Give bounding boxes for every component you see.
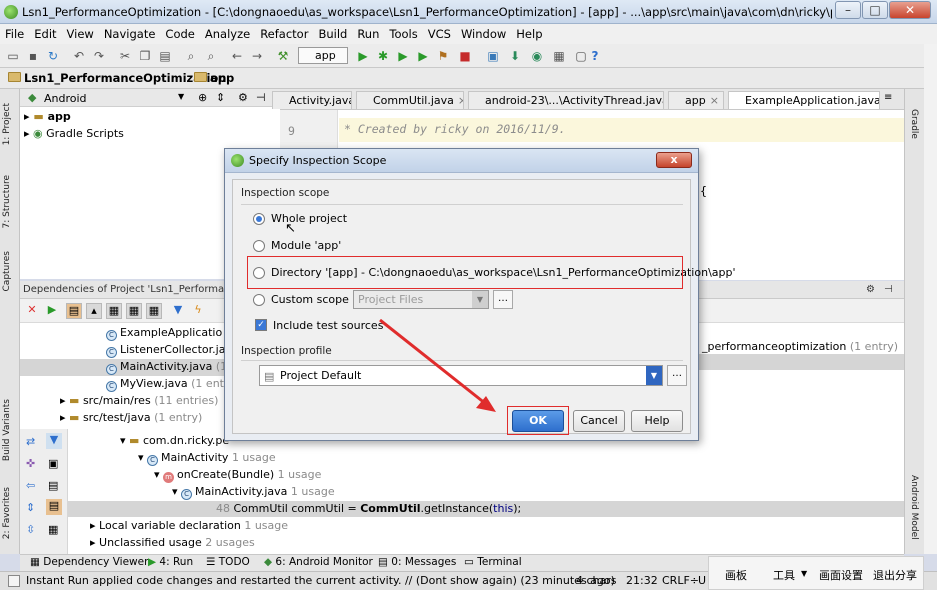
annotation-arrow-line [379,318,487,406]
annotation-arrow [379,318,496,412]
